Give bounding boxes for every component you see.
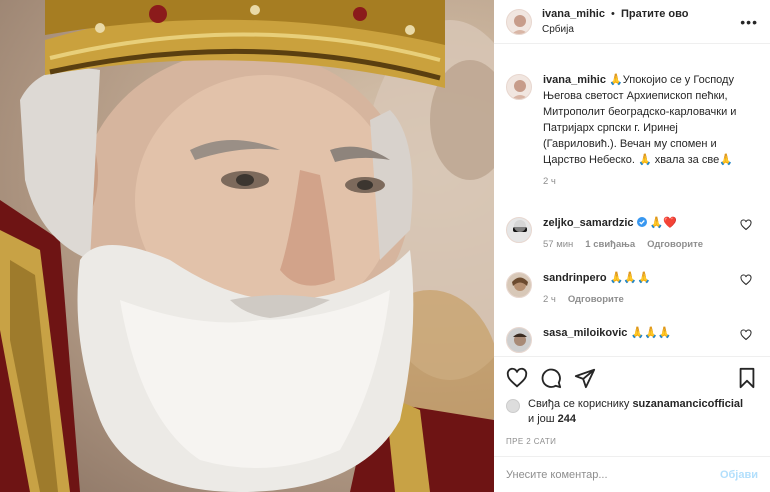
post-photo bbox=[0, 0, 494, 492]
likes-and-more: и још bbox=[528, 413, 555, 425]
caption-time[interactable]: 2 ч bbox=[543, 176, 556, 187]
reply-button[interactable]: Одговорите bbox=[647, 239, 703, 250]
comment-time[interactable]: 57 мин bbox=[543, 239, 573, 250]
verified-badge-icon bbox=[636, 217, 647, 227]
share-icon[interactable] bbox=[574, 367, 596, 389]
comments-list: ivana_mihic 🙏Упокојио се у Господу Његов… bbox=[494, 60, 770, 355]
post-header: ivana_mihic • Пратите ово Србија ••• bbox=[494, 0, 770, 44]
likes-summary: Свиђа се кориснику suzanamancicofficial … bbox=[494, 397, 770, 427]
comment-icon[interactable] bbox=[540, 367, 562, 389]
follow-button[interactable]: Пратите ово bbox=[621, 8, 689, 20]
comment-input[interactable] bbox=[506, 468, 720, 481]
heart-icon[interactable] bbox=[740, 219, 752, 231]
heart-icon[interactable] bbox=[740, 274, 752, 286]
post-location[interactable]: Србија bbox=[542, 22, 688, 37]
comment-row: zeljko_samardzic 🙏❤️ 57 мин 1 свиђања Од… bbox=[494, 215, 770, 250]
comment-likes[interactable]: 1 свиђања bbox=[585, 239, 635, 250]
post-actions: Свиђа се кориснику suzanamancicofficial … bbox=[494, 356, 770, 446]
caption-text: 🙏Упокојио се у Господу Његова светост Ар… bbox=[543, 74, 737, 166]
avatar[interactable] bbox=[506, 217, 532, 243]
heart-icon[interactable] bbox=[506, 367, 528, 389]
reply-button[interactable]: Одговорите bbox=[568, 294, 624, 305]
post-author-username[interactable]: ivana_mihic bbox=[542, 8, 605, 20]
comment-text: 🙏❤️ bbox=[649, 217, 678, 229]
likes-prefix: Свиђа се кориснику bbox=[528, 398, 630, 410]
liker-username[interactable]: suzanamancicofficial bbox=[632, 398, 743, 410]
post-timestamp[interactable]: ПРЕ 2 САТИ bbox=[494, 437, 770, 446]
more-options-icon[interactable]: ••• bbox=[740, 14, 758, 30]
comment-time[interactable]: 2 ч bbox=[543, 294, 556, 305]
comment-username[interactable]: sasa_miloikovic bbox=[543, 327, 627, 339]
liker-avatar[interactable] bbox=[506, 399, 520, 413]
comment-username[interactable]: sandrinpero bbox=[543, 272, 607, 284]
avatar[interactable] bbox=[506, 8, 532, 35]
comment-row: sasa_miloikovic 🙏🙏🙏 bbox=[494, 325, 770, 353]
post-sidebar: ivana_mihic • Пратите ово Србија ••• iva… bbox=[494, 0, 770, 492]
post-comment-button[interactable]: Објави bbox=[720, 469, 758, 481]
patriarch-portrait-image bbox=[0, 0, 494, 492]
comment-username[interactable]: zeljko_samardzic bbox=[543, 217, 634, 229]
caption-row: ivana_mihic 🙏Упокојио се у Господу Његов… bbox=[494, 72, 770, 187]
heart-icon[interactable] bbox=[740, 329, 752, 341]
bookmark-icon[interactable] bbox=[736, 367, 758, 389]
comment-row: sandrinpero 🙏🙏🙏 2 ч Одговорите bbox=[494, 270, 770, 305]
caption-username[interactable]: ivana_mihic bbox=[543, 74, 606, 86]
avatar[interactable] bbox=[506, 74, 532, 100]
comment-text: 🙏🙏🙏 bbox=[630, 327, 672, 339]
likes-count[interactable]: 244 bbox=[558, 413, 576, 425]
separator-dot: • bbox=[611, 7, 615, 20]
comment-text: 🙏🙏🙏 bbox=[609, 272, 651, 284]
avatar[interactable] bbox=[506, 327, 532, 353]
comment-composer: Објави bbox=[494, 456, 770, 492]
avatar[interactable] bbox=[506, 272, 532, 298]
